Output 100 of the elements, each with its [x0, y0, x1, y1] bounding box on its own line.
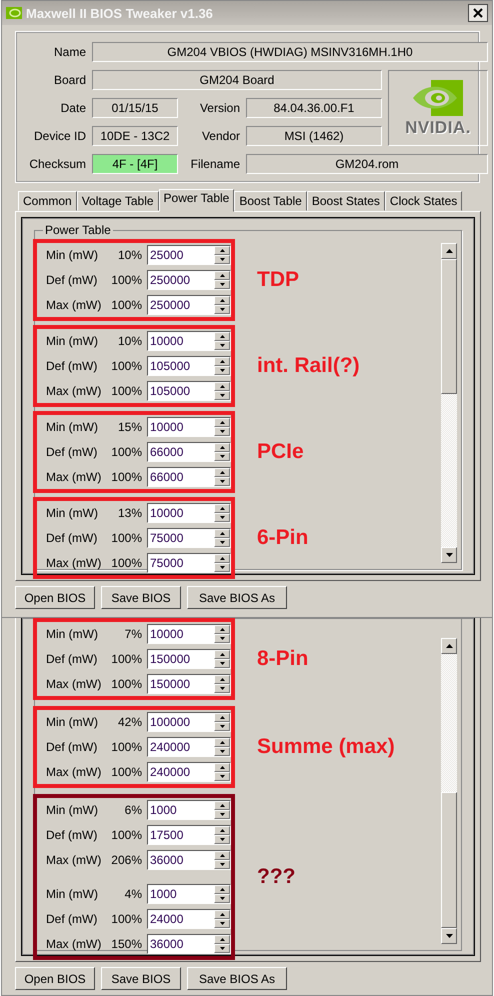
tab[interactable]: Common [18, 191, 77, 211]
spin-field[interactable]: 66000 [147, 467, 231, 487]
toolbar-button[interactable]: Save BIOS [101, 586, 181, 609]
field-label: Min (mW) [45, 627, 99, 641]
spin-buttons[interactable] [214, 910, 230, 928]
spin-field[interactable]: 1000 [147, 800, 231, 820]
spin-field[interactable]: 250000 [147, 295, 231, 315]
spin-field[interactable]: 17500 [147, 825, 231, 845]
spin-field[interactable]: 150000 [147, 649, 231, 669]
field-label: Def (mW) [45, 531, 98, 545]
close-icon [473, 8, 483, 18]
spin-buttons[interactable] [214, 382, 230, 400]
spin-field[interactable]: 10000 [147, 417, 231, 437]
field-label: Min (mW) [45, 887, 99, 901]
field-label: Date [60, 101, 86, 115]
spin-buttons[interactable] [214, 554, 230, 572]
spin-buttons[interactable] [214, 885, 230, 903]
tab[interactable]: Boost States [306, 191, 385, 211]
spin-field[interactable]: 1000 [147, 884, 231, 904]
spin-buttons[interactable] [214, 271, 230, 289]
group-title: Power Table [43, 223, 113, 237]
info-field: GM204.rom [246, 154, 488, 174]
spin-field[interactable]: 240000 [147, 737, 231, 757]
field-label: Max (mW) [45, 765, 102, 779]
field-label: Vendor [200, 129, 240, 143]
spin-field[interactable]: 105000 [147, 381, 231, 401]
field-label: Def (mW) [45, 273, 98, 287]
spin-buttons[interactable] [214, 935, 230, 953]
annotation-text: TDP [257, 268, 299, 292]
spin-field[interactable]: 240000 [147, 762, 231, 782]
field-label: Min (mW) [45, 715, 99, 729]
toolbar-button[interactable]: Save BIOS As [187, 586, 287, 609]
info-field: GM204 Board [92, 70, 382, 90]
field-label: Min (mW) [45, 803, 99, 817]
spin-field[interactable]: 75000 [147, 528, 231, 548]
close-button[interactable] [468, 4, 488, 22]
percent-text: 6% [124, 803, 142, 817]
toolbar-button[interactable]: Save BIOS As [187, 967, 287, 990]
field-label: Max (mW) [45, 853, 102, 867]
spin-buttons[interactable] [214, 650, 230, 668]
spin-buttons[interactable] [214, 332, 230, 350]
spin-field[interactable]: 10000 [147, 503, 231, 523]
spin-buttons[interactable] [214, 763, 230, 781]
spin-buttons[interactable] [214, 468, 230, 486]
tab[interactable]: Power Table [158, 189, 234, 212]
spin-field[interactable]: 10000 [147, 624, 231, 644]
annotation-text: 8-Pin [257, 647, 308, 671]
spin-buttons[interactable] [214, 738, 230, 756]
spin-field[interactable]: 10000 [147, 331, 231, 351]
annotation-text: int. Rail(?) [257, 354, 360, 378]
tab[interactable]: Voltage Table [76, 191, 159, 211]
spin-buttons[interactable] [214, 713, 230, 731]
spin-buttons[interactable] [214, 443, 230, 461]
scrollbar[interactable] [441, 638, 457, 944]
percent-text: 100% [110, 470, 142, 484]
percent-text: 100% [110, 828, 142, 842]
field-label: Max (mW) [45, 298, 102, 312]
spin-buttons[interactable] [214, 801, 230, 819]
field-label: Def (mW) [45, 359, 98, 373]
app-icon [6, 7, 22, 19]
spin-field[interactable]: 150000 [147, 674, 231, 694]
spin-buttons[interactable] [214, 418, 230, 436]
spin-buttons[interactable] [214, 675, 230, 693]
field-label: Max (mW) [45, 937, 102, 951]
spin-buttons[interactable] [214, 529, 230, 547]
spin-field[interactable]: 100000 [147, 712, 231, 732]
spin-buttons[interactable] [214, 851, 230, 869]
spin-buttons[interactable] [214, 296, 230, 314]
spin-field[interactable]: 36000 [147, 934, 231, 954]
info-field: 01/15/15 [92, 98, 178, 118]
percent-text: 4% [124, 887, 142, 901]
toolbar-button[interactable]: Open BIOS [15, 586, 95, 609]
field-label: Max (mW) [45, 470, 102, 484]
spin-field[interactable]: 25000 [147, 245, 231, 265]
spin-buttons[interactable] [214, 246, 230, 264]
spin-field[interactable]: 75000 [147, 553, 231, 573]
spin-field[interactable]: 66000 [147, 442, 231, 462]
spin-buttons[interactable] [214, 357, 230, 375]
field-label: Def (mW) [45, 445, 98, 459]
spin-field[interactable]: 105000 [147, 356, 231, 376]
percent-text: 100% [110, 740, 142, 754]
field-label: Board [52, 73, 86, 87]
percent-text: 100% [110, 359, 142, 373]
spin-buttons[interactable] [214, 826, 230, 844]
tab[interactable]: Boost Table [234, 191, 307, 211]
field-label: Min (mW) [45, 420, 99, 434]
down-arrow-icon [446, 934, 452, 938]
spin-buttons[interactable] [214, 625, 230, 643]
scrollbar[interactable] [441, 243, 457, 563]
field-label: Def (mW) [45, 740, 98, 754]
spin-field[interactable]: 250000 [147, 270, 231, 290]
field-label: Min (mW) [45, 248, 99, 262]
toolbar-button[interactable]: Save BIOS [101, 967, 181, 990]
spin-field[interactable]: 36000 [147, 850, 231, 870]
percent-text: 100% [110, 765, 142, 779]
percent-text: 7% [124, 627, 142, 641]
tab[interactable]: Clock States [384, 191, 462, 211]
toolbar-button[interactable]: Open BIOS [15, 967, 95, 990]
spin-buttons[interactable] [214, 504, 230, 522]
spin-field[interactable]: 24000 [147, 909, 231, 929]
